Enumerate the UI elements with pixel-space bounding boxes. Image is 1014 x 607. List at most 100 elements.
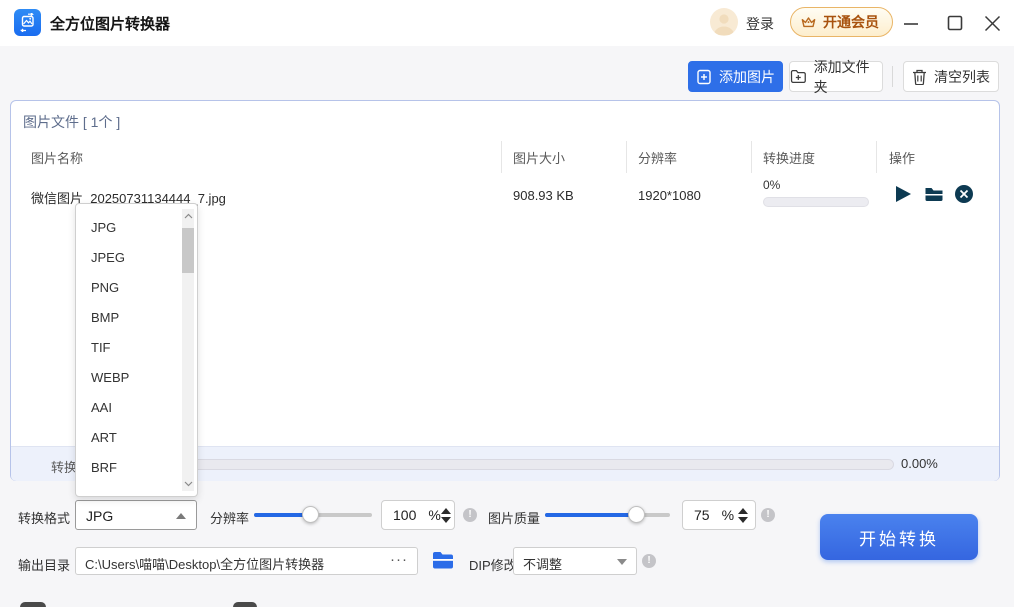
quality-spinner[interactable]: 75 %	[682, 500, 756, 530]
login-button[interactable]: 登录	[746, 14, 774, 34]
chevron-down-icon	[184, 481, 193, 487]
add-folder-icon	[790, 69, 807, 84]
format-combobox-value: JPG	[86, 508, 113, 524]
output-dir-label: 输出目录	[18, 555, 70, 574]
header-divider	[501, 141, 502, 173]
add-file-icon	[696, 69, 712, 85]
clear-list-label: 清空列表	[934, 67, 990, 87]
browse-button[interactable]: ···	[390, 551, 408, 568]
format-option-webp[interactable]: WEBP	[77, 363, 181, 393]
convert-play-button[interactable]	[894, 184, 914, 204]
person-icon	[710, 8, 738, 36]
resolution-spinner[interactable]: 100 %	[381, 500, 455, 530]
start-convert-button[interactable]: 开始转换	[820, 514, 978, 560]
title-bar: 全方位图片转换器 登录 开通会员	[0, 0, 1014, 46]
file-size: 908.93 KB	[513, 188, 574, 203]
footer-partial-icon	[20, 602, 46, 607]
add-folder-label: 添加文件夹	[814, 57, 882, 97]
close-icon	[984, 15, 1001, 32]
image-convert-icon	[18, 13, 37, 32]
trash-icon	[912, 69, 927, 85]
footer-partial-icon	[233, 602, 257, 607]
file-count-title: 图片文件 [ 1个 ]	[23, 112, 120, 132]
app-logo-icon	[14, 9, 41, 36]
header-divider	[626, 141, 627, 173]
quality-slider[interactable]	[545, 513, 670, 517]
quality-stepper[interactable]	[738, 508, 748, 523]
resolution-info-icon[interactable]: !	[463, 508, 477, 522]
resolution-slider[interactable]	[254, 513, 372, 517]
col-header-resolution: 分辨率	[638, 148, 677, 167]
stepper-up-icon[interactable]	[441, 508, 451, 514]
table-header: 图片名称 图片大小 分辨率 转换进度 操作	[11, 139, 999, 175]
format-combobox[interactable]: JPG	[75, 500, 197, 530]
dip-select[interactable]: 不调整	[513, 547, 637, 575]
format-option-jpg[interactable]: JPG	[77, 213, 181, 243]
resolution-slider-thumb[interactable]	[302, 506, 319, 523]
format-option-tif[interactable]: TIF	[77, 333, 181, 363]
col-header-actions: 操作	[889, 148, 915, 167]
file-resolution: 1920*1080	[638, 188, 701, 203]
col-header-size: 图片大小	[513, 148, 565, 167]
output-path-value: C:\Users\喵喵\Desktop\全方位图片转换器	[85, 554, 324, 573]
header-divider	[751, 141, 752, 173]
close-button[interactable]	[981, 12, 1003, 34]
folder-blue-icon	[432, 551, 454, 570]
format-option-aai[interactable]: AAI	[77, 393, 181, 423]
vip-button[interactable]: 开通会员	[790, 7, 893, 37]
format-option-png[interactable]: PNG	[77, 273, 181, 303]
chevron-up-icon	[184, 213, 193, 219]
app-window: 全方位图片转换器 登录 开通会员	[0, 0, 1014, 607]
dip-info-icon[interactable]: !	[642, 554, 656, 568]
add-image-label: 添加图片	[719, 67, 775, 87]
quality-slider-thumb[interactable]	[628, 506, 645, 523]
add-image-button[interactable]: 添加图片	[688, 61, 783, 92]
play-icon	[894, 184, 912, 204]
user-avatar[interactable]	[710, 8, 738, 36]
vip-button-label: 开通会员	[823, 12, 879, 32]
scrollbar-thumb[interactable]	[182, 228, 194, 273]
crown-icon	[800, 14, 817, 31]
col-header-progress: 转换进度	[763, 148, 815, 167]
quality-unit: %	[722, 507, 734, 523]
format-label: 转换格式	[18, 508, 70, 527]
scroll-up-button[interactable]	[182, 209, 194, 223]
format-option-jpeg[interactable]: JPEG	[77, 243, 181, 273]
resolution-label: 分辨率	[210, 508, 249, 527]
open-folder-button[interactable]	[924, 184, 944, 204]
add-folder-button[interactable]: 添加文件夹	[789, 61, 883, 92]
folder-open-icon	[924, 184, 944, 204]
minimize-icon	[903, 15, 919, 31]
dropdown-scrollbar[interactable]	[182, 209, 194, 491]
quality-info-icon[interactable]: !	[761, 508, 775, 522]
col-header-name: 图片名称	[31, 148, 83, 167]
stepper-down-icon[interactable]	[441, 517, 451, 523]
open-output-folder-button[interactable]	[432, 551, 454, 575]
output-path-field[interactable]: C:\Users\喵喵\Desktop\全方位图片转换器 ···	[75, 547, 418, 575]
combobox-arrow-up-icon	[176, 513, 186, 519]
stepper-down-icon[interactable]	[738, 517, 748, 523]
resolution-stepper[interactable]	[441, 508, 451, 523]
format-option-bmp[interactable]: BMP	[77, 303, 181, 333]
header-divider	[876, 141, 877, 173]
clear-list-button[interactable]: 清空列表	[903, 61, 999, 92]
quality-value: 75	[694, 507, 710, 523]
overall-progress-value: 0.00%	[901, 456, 938, 471]
row-progress-label: 0%	[763, 178, 780, 192]
stepper-up-icon[interactable]	[738, 508, 748, 514]
row-progress-bar	[763, 197, 869, 207]
minimize-button[interactable]	[900, 12, 922, 34]
overall-progress-bar	[106, 459, 894, 470]
dip-select-value: 不调整	[523, 554, 562, 573]
remove-file-button[interactable]	[954, 184, 974, 204]
scroll-down-button[interactable]	[182, 477, 194, 491]
select-arrow-down-icon	[617, 559, 627, 565]
maximize-button[interactable]	[944, 12, 966, 34]
format-option-art[interactable]: ART	[77, 423, 181, 453]
resolution-value: 100	[393, 507, 416, 523]
format-option-brf[interactable]: BRF	[77, 453, 181, 483]
quality-label: 图片质量	[488, 508, 540, 527]
resolution-unit: %	[428, 507, 440, 523]
toolbar-divider	[892, 66, 893, 87]
quality-slider-fill	[545, 513, 636, 517]
